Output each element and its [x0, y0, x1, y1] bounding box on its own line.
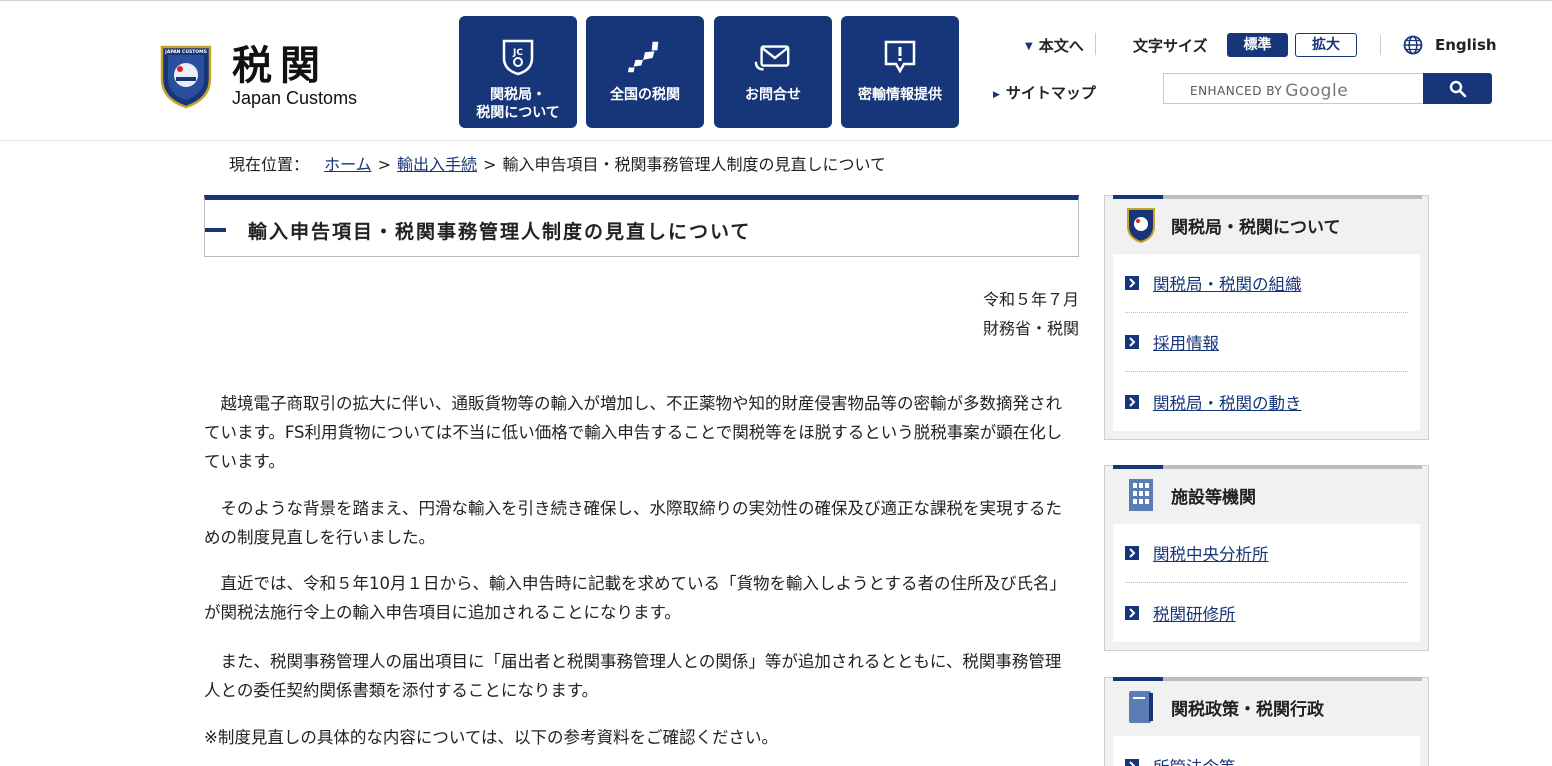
sidebar-box-facilities: 施設等機関 関税中央分析所 税関研修所	[1104, 465, 1429, 651]
logo-kanji: 税関	[232, 42, 328, 89]
body-paragraph: 直近では、令和５年10月１日から、輸入申告時に記載を求めている「貨物を輸入しよう…	[204, 574, 1067, 622]
nav-contact-button[interactable]: お問合せ	[714, 16, 832, 128]
body-paragraph: 越境電子商取引の拡大に伴い、通販貨物等の輸入が増加し、不正薬物や知的財産侵害物品…	[204, 394, 1063, 471]
nav-smuggling-report-button[interactable]: 密輸情報提供	[841, 16, 959, 128]
divider	[1095, 33, 1096, 55]
divider	[1380, 35, 1381, 55]
sidebar-box-title: 関税局・税関について	[1171, 217, 1341, 238]
sitemap-label: サイトマップ	[1005, 84, 1096, 102]
chevron-right-icon	[1125, 335, 1139, 349]
sidebar-box-policy: 関税政策・税関行政 所管法令等	[1104, 677, 1429, 766]
box-top-bar-accent	[1113, 465, 1163, 469]
nav-regional-customs-label: 全国の税関	[610, 87, 680, 103]
body-paragraph: また、税関事務管理人の届出項目に「届出者と税関事務管理人との関係」等が追加される…	[204, 652, 1062, 700]
nav-about-customs-button[interactable]: JC 関税局・ 税関について	[459, 16, 577, 128]
page-title: 輸入申告項目・税関事務管理人制度の見直しについて	[248, 221, 752, 243]
breadcrumb-home-link[interactable]: ホーム	[324, 155, 372, 174]
customs-emblem-icon: JAPAN CUSTOMS	[160, 45, 212, 109]
triangle-down-icon: ▼	[1025, 41, 1033, 52]
sidebar-link[interactable]: 関税局・税関の組織	[1153, 271, 1302, 295]
sidebar-box-title: 関税政策・税関行政	[1171, 699, 1324, 720]
svg-text:JC: JC	[512, 48, 523, 58]
building-icon	[1125, 477, 1157, 513]
issuer: 財務省・税関	[982, 319, 1079, 338]
chevron-right-icon	[1125, 758, 1139, 766]
title-bar-marker	[205, 228, 226, 232]
sidebar-item-organization[interactable]: 関税局・税関の組織	[1125, 254, 1408, 313]
sidebar-link[interactable]: 関税中央分析所	[1153, 541, 1269, 565]
font-size-label: 文字サイズ	[1133, 37, 1208, 55]
emblem-text: JAPAN CUSTOMS	[164, 49, 207, 55]
sidebar-link[interactable]: 税関研修所	[1153, 601, 1236, 625]
font-size-standard-button[interactable]: 標準	[1227, 33, 1288, 57]
envelope-icon	[754, 38, 792, 76]
breadcrumb-separator: >	[483, 155, 497, 174]
box-top-bar-accent	[1113, 677, 1163, 681]
globe-icon	[1403, 35, 1423, 55]
triangle-right-icon: ▶	[993, 90, 1000, 100]
search-input[interactable]: ENHANCED BY Google	[1163, 73, 1423, 104]
breadcrumb-prefix: 現在位置：	[229, 155, 310, 174]
date-block: 令和５年７月 財務省・税関	[983, 285, 1079, 343]
sidebar-link[interactable]: 関税局・税関の動き	[1153, 390, 1302, 414]
chevron-right-icon	[1125, 546, 1139, 560]
page-title-box: 輸入申告項目・税関事務管理人制度の見直しについて	[204, 195, 1079, 257]
box-top-bar-accent	[1113, 195, 1163, 199]
sidebar-box-about: 関税局・税関について 関税局・税関の組織 採用情報 関税局・税関の動き	[1104, 195, 1429, 440]
font-size-large-button[interactable]: 拡大	[1295, 33, 1357, 57]
chevron-right-icon	[1125, 394, 1139, 409]
publish-date: 令和５年７月	[982, 290, 1079, 309]
chevron-right-icon	[1125, 276, 1139, 290]
reference-note: ※制度見直しの具体的な内容については、以下の参考資料をご確認ください。	[204, 728, 779, 747]
nav-smuggling-report-label: 密輸情報提供	[858, 87, 942, 103]
sidebar-item-activities[interactable]: 関税局・税関の動き	[1125, 372, 1408, 431]
search-placeholder: ENHANCED BY Google	[1190, 80, 1349, 101]
sidebar-item-laws[interactable]: 所管法令等	[1125, 736, 1408, 766]
japan-map-icon	[626, 38, 664, 76]
logo-english: Japan Customs	[232, 88, 358, 108]
chevron-right-icon	[1125, 605, 1139, 620]
body-paragraph: そのような背景を踏まえ、円滑な輸入を引き続き確保し、水際取締りの実効性の確保及び…	[204, 499, 1062, 547]
skip-to-content-label: 本文へ	[1038, 37, 1084, 55]
search-placeholder-prefix: ENHANCED BY	[1190, 84, 1283, 98]
search-placeholder-brand: Google	[1285, 81, 1349, 101]
nav-regional-customs-button[interactable]: 全国の税関	[586, 16, 704, 128]
alert-speech-icon	[881, 38, 919, 76]
english-label: English	[1435, 36, 1497, 54]
sidebar-link[interactable]: 所管法令等	[1153, 754, 1236, 766]
english-link[interactable]: English	[1403, 35, 1497, 55]
jc-badge-icon: JC	[499, 38, 537, 76]
sidebar-item-recruitment[interactable]: 採用情報	[1125, 313, 1408, 372]
book-icon	[1125, 689, 1157, 725]
skip-to-content-link[interactable]: ▼ 本文へ	[1025, 35, 1084, 56]
sidebar-item-training-institute[interactable]: 税関研修所	[1125, 583, 1408, 642]
search-icon	[1449, 80, 1466, 97]
breadcrumb-current: 輸入申告項目・税関事務管理人制度の見直しについて	[502, 155, 886, 174]
sidebar-box-title: 施設等機関	[1171, 487, 1256, 508]
breadcrumb-separator: >	[377, 155, 392, 174]
search-button[interactable]	[1423, 73, 1492, 104]
sitemap-link[interactable]: ▶ サイトマップ	[993, 82, 1096, 103]
sidebar-link[interactable]: 採用情報	[1153, 330, 1219, 354]
site-logo[interactable]: JAPAN CUSTOMS 税関 Japan Customs	[158, 41, 398, 111]
site-header: JAPAN CUSTOMS 税関 Japan Customs JC 関税局・ 税…	[0, 3, 1552, 141]
breadcrumb-section-link[interactable]: 輸出入手続	[397, 155, 477, 174]
nav-about-customs-label: 関税局・ 税関について	[476, 87, 560, 121]
nav-contact-label: お問合せ	[745, 87, 801, 103]
sidebar-item-analysis-lab[interactable]: 関税中央分析所	[1125, 524, 1408, 583]
customs-emblem-icon	[1125, 207, 1157, 243]
breadcrumb: 現在位置： ホーム > 輸出入手続 > 輸入申告項目・税関事務管理人制度の見直しについて	[229, 151, 886, 175]
